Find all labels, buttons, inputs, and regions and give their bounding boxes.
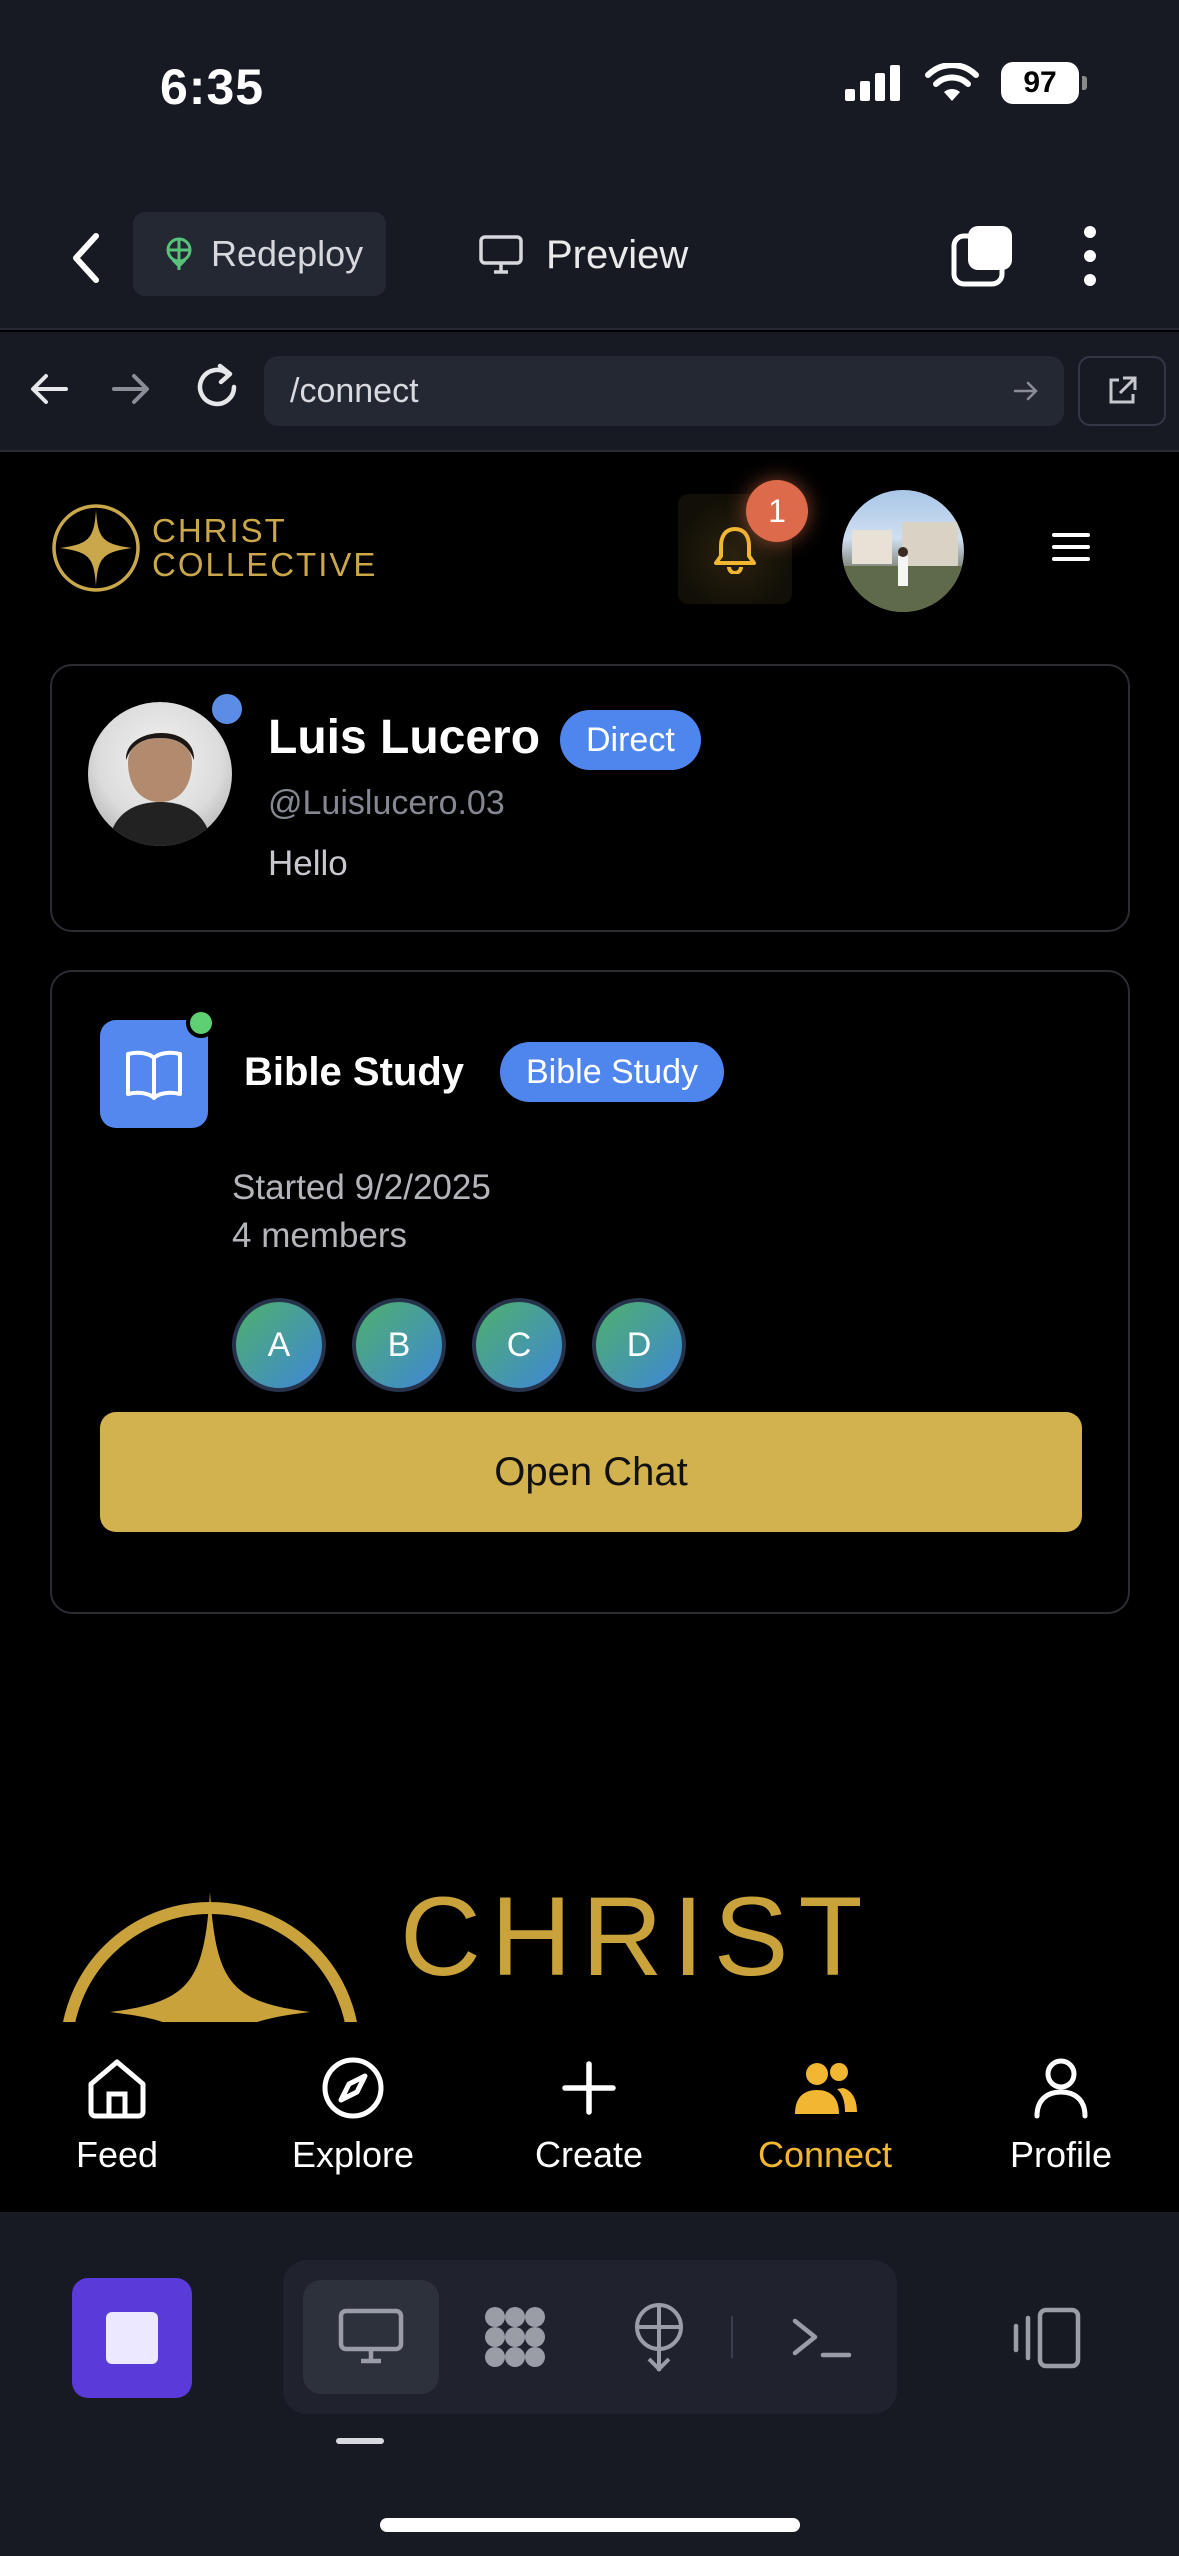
conversation-card-group[interactable]: Bible Study Bible Study Started 9/2/2025… (50, 970, 1130, 1614)
group-type-badge: Bible Study (500, 1042, 724, 1102)
status-bar: 6:35 97 (0, 0, 1179, 190)
member-avatar[interactable]: B (352, 1298, 446, 1392)
tab-deployments[interactable] (591, 2280, 727, 2394)
redeploy-button[interactable]: Redeploy (133, 212, 386, 296)
terminal-icon (792, 2318, 852, 2358)
preview-label: Preview (546, 232, 689, 277)
preview-tab[interactable]: Preview (478, 220, 688, 290)
url-text: /connect (290, 371, 419, 410)
member-avatar[interactable]: C (472, 1298, 566, 1392)
member-avatar[interactable]: D (592, 1298, 686, 1392)
plus-icon (562, 2061, 616, 2115)
users-icon (795, 2063, 857, 2114)
tab-connect[interactable]: Connect (725, 2052, 925, 2192)
dev-toolbar (0, 2212, 1179, 2556)
reload-icon[interactable] (190, 360, 244, 414)
browser-nav-bar: /connect (0, 332, 1179, 452)
contact-name: Luis Lucero (268, 711, 541, 764)
arrow-left-icon[interactable] (26, 366, 72, 412)
more-options-icon[interactable] (1070, 224, 1110, 288)
tab-agent[interactable] (447, 2280, 583, 2394)
group-icon-box (100, 1020, 208, 1128)
tab-label: Feed (75, 2134, 159, 2175)
agent-grid-icon (485, 2307, 545, 2367)
tab-label: Connect (757, 2134, 893, 2175)
url-input[interactable]: /connect (264, 356, 1064, 426)
avatar-photo (842, 522, 964, 612)
conversation-card-direct[interactable]: Luis Lucero Direct @Luislucero.03 Hello (50, 664, 1130, 932)
group-member-count: 4 members (232, 1216, 408, 1255)
open-chat-button[interactable]: Open Chat (100, 1412, 1082, 1532)
site-header: CHRIST COLLECTIVE 1 (0, 452, 1179, 642)
tab-shell[interactable] (753, 2280, 889, 2394)
cellular-signal-icon (845, 65, 900, 101)
dev-tool-group (283, 2260, 897, 2414)
stop-button[interactable] (72, 2278, 192, 2398)
avatar-photo (108, 732, 212, 846)
tabs-icon[interactable] (950, 222, 1016, 288)
group-online-dot (186, 1008, 216, 1038)
user-avatar[interactable] (842, 490, 964, 612)
star-logo-icon[interactable] (50, 502, 142, 594)
monitor-icon (479, 235, 523, 274)
tab-profile[interactable]: Profile (961, 2052, 1161, 2192)
notification-count-badge: 1 (746, 480, 808, 542)
home-indicator (380, 2518, 800, 2532)
back-chevron-icon[interactable] (62, 228, 112, 288)
menu-icon[interactable] (1052, 532, 1090, 562)
active-tab-indicator (336, 2438, 384, 2444)
deploy-icon (166, 237, 192, 270)
stop-icon (106, 2312, 158, 2364)
panels-icon[interactable] (1010, 2306, 1082, 2370)
tab-label: Explore (291, 2134, 415, 2175)
logo-line-2: COLLECTIVE (152, 546, 378, 583)
toolbar-divider (731, 2316, 733, 2358)
last-message: Hello (268, 844, 348, 883)
battery-indicator: 97 (1001, 62, 1087, 104)
tab-create[interactable]: Create (489, 2052, 689, 2192)
book-open-icon (126, 1050, 182, 1100)
app-toolbar: Redeploy Preview (0, 190, 1179, 330)
tab-preview[interactable] (303, 2280, 439, 2394)
group-started-date: Started 9/2/2025 (232, 1168, 491, 1207)
redeploy-label: Redeploy (211, 233, 364, 274)
contact-avatar (88, 702, 232, 846)
go-arrow-icon[interactable] (1012, 377, 1040, 405)
monitor-icon (338, 2308, 404, 2364)
status-time: 6:35 (160, 59, 265, 115)
member-avatar-row: A B C D (232, 1298, 686, 1392)
tab-explore[interactable]: Explore (253, 2052, 453, 2192)
open-external-button[interactable] (1078, 356, 1166, 426)
tab-label: Profile (1009, 2134, 1113, 2175)
tab-feed[interactable]: Feed (17, 2052, 217, 2192)
footer-logo-text: CHRIST (400, 1874, 860, 1999)
arrow-right-icon[interactable] (108, 366, 154, 412)
compass-icon (322, 2057, 384, 2119)
tab-label: Create (534, 2134, 644, 2175)
conversation-type-badge: Direct (560, 710, 701, 770)
user-icon (1034, 2058, 1088, 2119)
wifi-icon (925, 63, 979, 101)
member-avatar[interactable]: A (232, 1298, 326, 1392)
web-page: CHRIST COLLECTIVE 1 Luis Lucero Direct @… (0, 452, 1179, 2212)
bottom-tab-bar: Feed Explore Create Connect Profile (0, 2022, 1179, 2212)
logo-line-1: CHRIST (152, 512, 287, 549)
site-logo-text[interactable]: CHRIST COLLECTIVE (152, 514, 377, 582)
home-icon (88, 2059, 146, 2119)
bell-icon (714, 527, 756, 574)
contact-handle: @Luislucero.03 (268, 784, 505, 822)
external-link-icon (1109, 376, 1137, 404)
online-status-dot (208, 690, 246, 728)
deploy-icon (635, 2303, 683, 2372)
group-name: Bible Study (244, 1050, 465, 1094)
status-indicators: 97 (843, 62, 1087, 104)
